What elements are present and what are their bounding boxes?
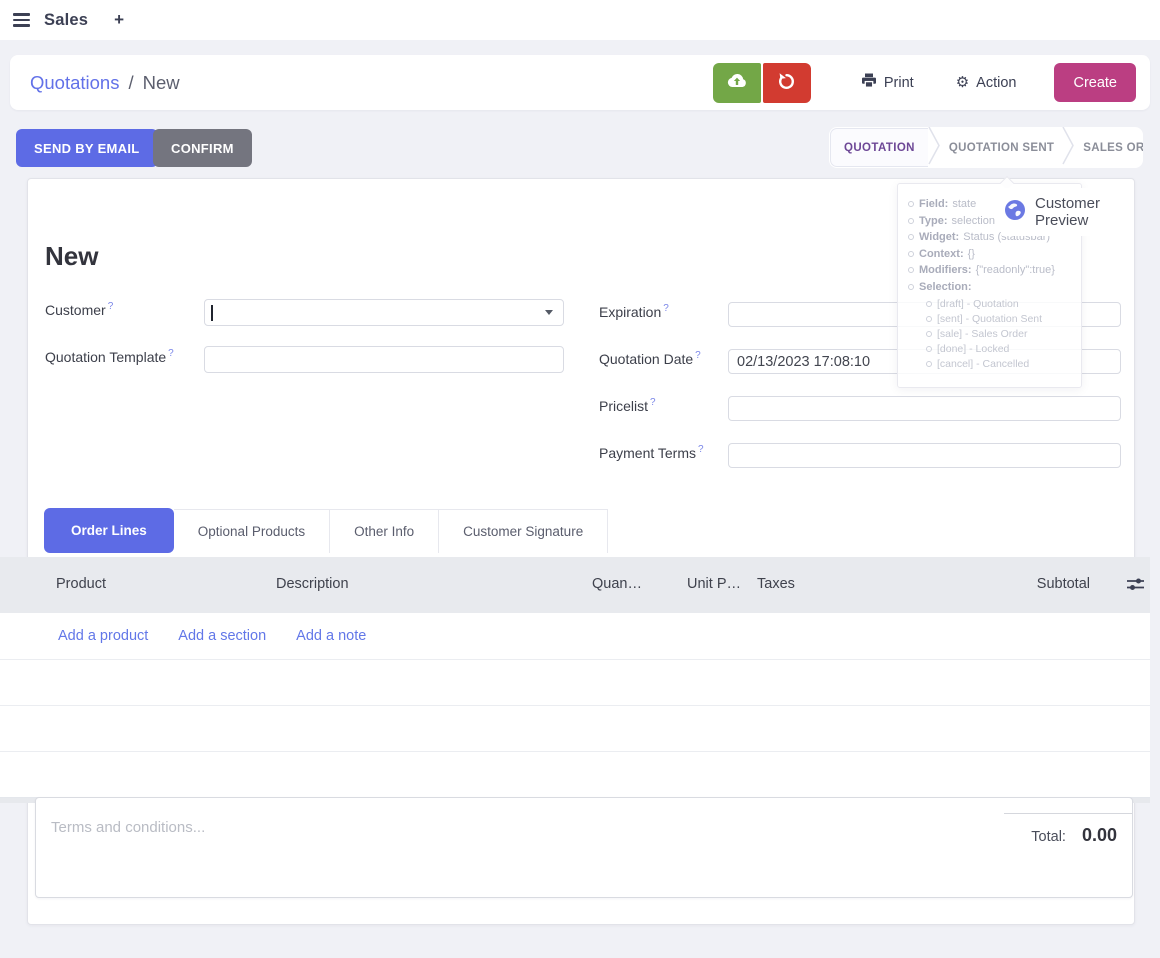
status-step-sales-order[interactable]: SALES ORDER bbox=[1075, 142, 1143, 154]
table-add-links-row: Add a product Add a section Add a note bbox=[0, 613, 1150, 660]
optional-columns-icon[interactable] bbox=[1127, 577, 1144, 597]
column-header-subtotal[interactable]: Subtotal bbox=[1037, 576, 1090, 592]
add-a-product-link[interactable]: Add a product bbox=[58, 628, 148, 644]
chevron-right-icon bbox=[1062, 127, 1075, 168]
statusbar: QUOTATION QUOTATION SENT SALES ORDER bbox=[829, 127, 1143, 168]
breadcrumb-separator: / bbox=[128, 72, 133, 94]
tooltip-selection-item: [cancel] - Cancelled bbox=[926, 357, 1073, 372]
tooltip-selection-item: [done] - Locked bbox=[926, 342, 1073, 357]
total-label: Total: bbox=[1031, 829, 1066, 845]
discard-button[interactable] bbox=[763, 63, 811, 103]
payment-terms-input[interactable] bbox=[728, 443, 1121, 468]
text-cursor bbox=[211, 305, 213, 321]
quotation-date-field-label: Quotation Date? bbox=[599, 350, 701, 367]
notebook-tabs: Order Lines Optional Products Other Info… bbox=[44, 508, 608, 553]
printer-icon bbox=[861, 73, 877, 92]
control-panel: Quotations / New Print bbox=[10, 55, 1150, 110]
breadcrumb-quotations-link[interactable]: Quotations bbox=[30, 72, 119, 94]
tab-order-lines[interactable]: Order Lines bbox=[44, 508, 174, 553]
add-a-section-link[interactable]: Add a section bbox=[178, 628, 266, 644]
tooltip-row: Selection: bbox=[908, 279, 1073, 296]
print-button[interactable]: Print bbox=[861, 73, 914, 92]
column-header-product[interactable]: Product bbox=[56, 576, 106, 592]
help-icon: ? bbox=[663, 303, 669, 314]
column-header-description[interactable]: Description bbox=[276, 576, 349, 592]
tooltip-row: Context:{} bbox=[908, 246, 1073, 263]
caret-down-icon[interactable] bbox=[545, 310, 553, 315]
top-navbar: Sales + bbox=[0, 0, 1160, 40]
app-menu-sales[interactable]: Sales bbox=[44, 11, 88, 30]
hamburger-menu-icon[interactable] bbox=[13, 13, 30, 27]
tab-other-info[interactable]: Other Info bbox=[330, 509, 439, 553]
quotation-template-field-label: Quotation Template? bbox=[45, 348, 174, 365]
empty-table-row bbox=[0, 706, 1150, 752]
expiration-field-label: Expiration? bbox=[599, 303, 669, 320]
empty-table-row bbox=[0, 660, 1150, 706]
tab-customer-signature[interactable]: Customer Signature bbox=[439, 509, 608, 553]
tooltip-selection-item: [sale] - Sales Order bbox=[926, 327, 1073, 342]
column-header-taxes[interactable]: Taxes bbox=[757, 576, 795, 592]
gear-icon: ⚙ bbox=[956, 75, 969, 90]
payment-terms-field-label: Payment Terms? bbox=[599, 444, 704, 461]
help-icon: ? bbox=[698, 444, 704, 455]
order-lines-table: Product Description Quan… Unit P… Taxes … bbox=[0, 557, 1150, 803]
send-by-email-button[interactable]: SEND BY EMAIL bbox=[16, 129, 158, 167]
help-icon: ? bbox=[695, 350, 701, 361]
action-label: Action bbox=[976, 75, 1016, 91]
help-icon: ? bbox=[650, 397, 656, 408]
create-button[interactable]: Create bbox=[1054, 63, 1136, 102]
action-button[interactable]: ⚙ Action bbox=[956, 75, 1017, 91]
column-header-quantity[interactable]: Quan… bbox=[592, 576, 642, 592]
undo-icon bbox=[777, 72, 796, 93]
confirm-button[interactable]: CONFIRM bbox=[153, 129, 252, 167]
pricelist-field-label: Pricelist? bbox=[599, 397, 656, 414]
save-button[interactable] bbox=[713, 63, 761, 103]
customer-field-label: Customer? bbox=[45, 301, 113, 318]
chevron-right-icon bbox=[928, 127, 941, 168]
table-header-row: Product Description Quan… Unit P… Taxes … bbox=[0, 557, 1150, 613]
print-label: Print bbox=[884, 75, 914, 91]
tooltip-selection-item: [sent] - Quotation Sent bbox=[926, 312, 1073, 327]
status-step-quotation-sent[interactable]: QUOTATION SENT bbox=[941, 142, 1062, 154]
breadcrumb-current: New bbox=[143, 72, 180, 94]
cloud-upload-icon bbox=[727, 73, 747, 92]
record-title: New bbox=[45, 241, 98, 272]
terms-and-conditions-input[interactable]: Terms and conditions... bbox=[51, 819, 205, 836]
quotation-template-input[interactable] bbox=[204, 346, 564, 373]
order-footer: Terms and conditions... Total: 0.00 bbox=[35, 797, 1133, 898]
tooltip-selection-item: [draft] - Quotation bbox=[926, 297, 1073, 312]
add-a-note-link[interactable]: Add a note bbox=[296, 628, 366, 644]
customer-input[interactable] bbox=[204, 299, 564, 326]
tooltip-selection-list: [draft] - Quotation [sent] - Quotation S… bbox=[926, 297, 1073, 372]
empty-table-row bbox=[0, 752, 1150, 798]
table-body: Add a product Add a section Add a note bbox=[0, 613, 1150, 798]
pricelist-input[interactable] bbox=[728, 396, 1121, 421]
tooltip-row: Modifiers:{"readonly":true} bbox=[908, 262, 1073, 279]
total-value: 0.00 bbox=[1082, 825, 1117, 846]
column-header-unit-price[interactable]: Unit P… bbox=[687, 576, 741, 592]
customer-preview-button[interactable]: Customer Preview bbox=[1002, 188, 1120, 236]
customer-preview-label: Customer Preview bbox=[1035, 195, 1118, 230]
plus-icon[interactable]: + bbox=[114, 10, 124, 30]
status-step-quotation[interactable]: QUOTATION bbox=[830, 128, 928, 167]
tab-optional-products[interactable]: Optional Products bbox=[174, 509, 330, 553]
total-block: Total: 0.00 bbox=[1004, 813, 1132, 846]
help-icon: ? bbox=[168, 348, 174, 359]
help-icon: ? bbox=[108, 301, 114, 312]
globe-icon bbox=[1004, 199, 1026, 226]
sales-quotation-form-page: Sales + Quotations / New bbox=[0, 0, 1160, 958]
